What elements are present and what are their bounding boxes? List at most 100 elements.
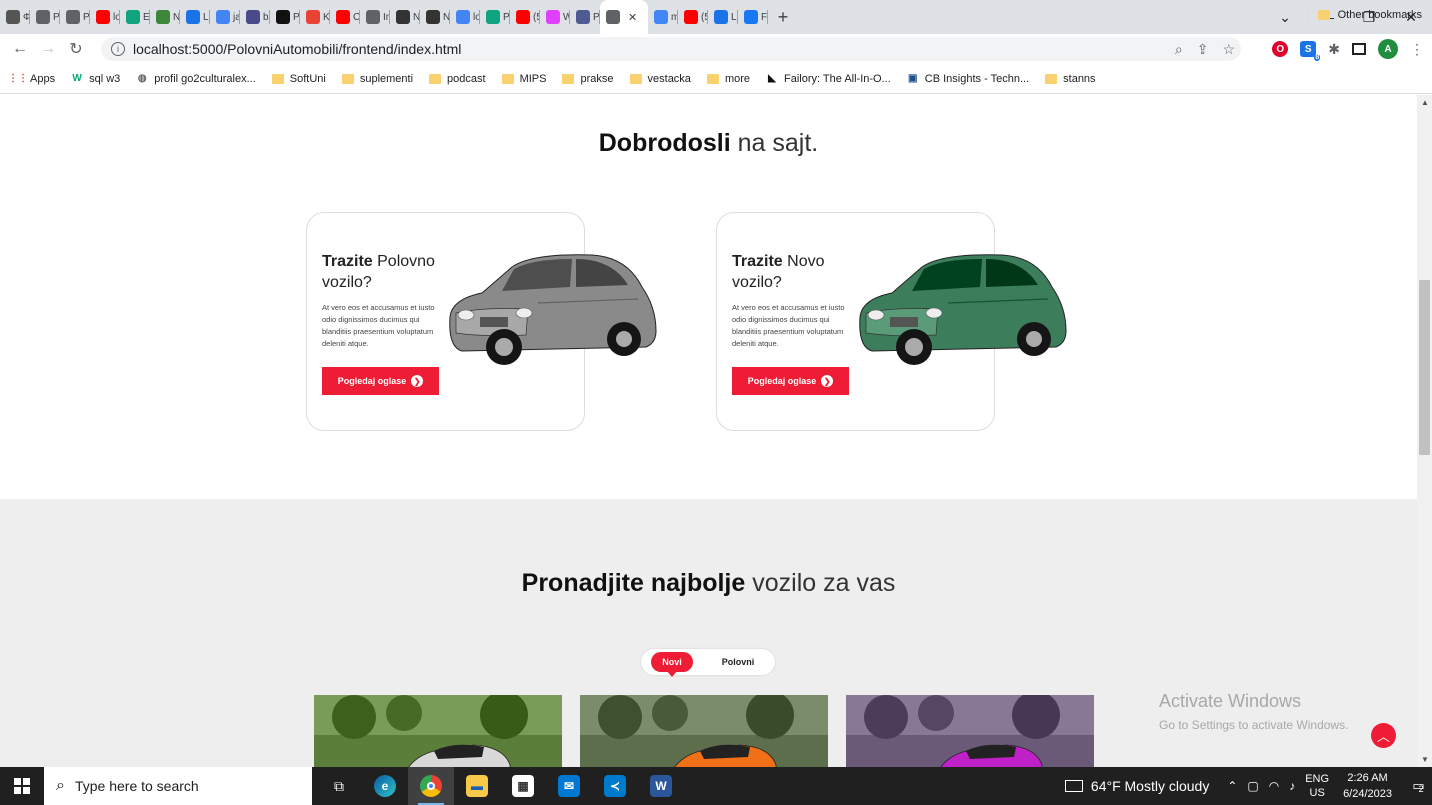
browser-tab[interactable]: Fa bbox=[738, 0, 768, 34]
page-scrollbar[interactable]: ▲ ▼ bbox=[1417, 95, 1432, 767]
language-indicator[interactable]: ENG US bbox=[1305, 772, 1329, 800]
used-vehicle-card: Trazite Polovno vozilo? At vero eos et a… bbox=[306, 212, 657, 431]
volume-icon[interactable]: ♪ bbox=[1289, 779, 1295, 793]
browser-tab[interactable]: Ki bbox=[300, 0, 330, 34]
tab-search-icon[interactable]: ⌄ bbox=[1264, 9, 1306, 26]
browser-tab[interactable]: N bbox=[150, 0, 180, 34]
tab-active[interactable]: ✕ bbox=[600, 0, 648, 34]
browser-tab[interactable]: N bbox=[390, 0, 420, 34]
listing-image[interactable] bbox=[314, 695, 562, 767]
taskbar-store[interactable]: ▦ bbox=[500, 767, 546, 805]
other-bookmarks[interactable]: Other bookmarks bbox=[1317, 0, 1422, 30]
scroll-to-top-button[interactable]: ︿ bbox=[1371, 723, 1396, 748]
listing-image[interactable] bbox=[580, 695, 828, 767]
menu-kebab-icon[interactable]: ⋮ bbox=[1410, 41, 1424, 58]
browser-tab[interactable]: W bbox=[540, 0, 570, 34]
bookmark-item[interactable]: SoftUni bbox=[271, 73, 326, 85]
reload-button[interactable]: ↻ bbox=[62, 39, 90, 59]
listing-image[interactable] bbox=[846, 695, 1094, 767]
address-bar[interactable]: i localhost:5000/PolovniAutomobili/front… bbox=[101, 37, 1241, 61]
tab-title: N bbox=[413, 11, 420, 23]
wifi-icon[interactable]: ◠ bbox=[1269, 779, 1279, 793]
bookmark-star-icon[interactable]: ☆ bbox=[1222, 41, 1235, 58]
profile-avatar[interactable]: A bbox=[1378, 39, 1398, 59]
taskbar-edge[interactable]: e bbox=[362, 767, 408, 805]
scrollbar-thumb[interactable] bbox=[1419, 280, 1430, 455]
bookmark-item[interactable]: ◍ profil go2culturalex... bbox=[136, 73, 256, 85]
view-ads-button[interactable]: Pogledaj oglase ❯ bbox=[322, 367, 439, 395]
browser-tab[interactable]: La bbox=[708, 0, 738, 34]
bookmark-item[interactable]: ⋮⋮ Apps bbox=[8, 73, 55, 85]
browser-tab[interactable]: (5 bbox=[678, 0, 708, 34]
bookmark-item[interactable]: ◣ Failory: The All-In-O... bbox=[766, 73, 891, 85]
new-tab-button[interactable]: + bbox=[768, 7, 798, 28]
extensions-area: O S8 ✱ A ⋮ bbox=[1272, 34, 1424, 64]
bookmark-label: profil go2culturalex... bbox=[154, 72, 256, 85]
browser-tab[interactable]: bc bbox=[240, 0, 270, 34]
bookmark-item[interactable]: Wsql w3 bbox=[71, 73, 120, 85]
forward-button[interactable]: → bbox=[34, 40, 62, 58]
browser-tab[interactable]: Ф bbox=[0, 0, 30, 34]
tab-strip: Ф Pc Pc lo Ex N La ja bc Pc Ki Cr In N Nlo Pr (5 W PI ✕ m (5 L… bbox=[0, 0, 1432, 34]
browser-tab[interactable]: Pc bbox=[270, 0, 300, 34]
task-view-button[interactable]: ⧉ bbox=[316, 767, 362, 805]
side-panel-icon[interactable] bbox=[1352, 43, 1366, 55]
browser-tab[interactable]: m bbox=[648, 0, 678, 34]
google-icon bbox=[456, 10, 470, 24]
browser-tab[interactable]: ja bbox=[210, 0, 240, 34]
activate-windows-watermark: Activate Windows Go to Settings to activ… bbox=[1159, 691, 1348, 732]
share-icon[interactable]: ⇪ bbox=[1197, 41, 1209, 58]
browser-tab[interactable]: La bbox=[180, 0, 210, 34]
bookmark-item[interactable]: suplementi bbox=[341, 73, 413, 85]
tab-title: Pc bbox=[53, 11, 60, 23]
opera-extension-icon[interactable]: O bbox=[1272, 41, 1289, 57]
browser-tab[interactable]: Pc bbox=[60, 0, 90, 34]
s-extension-icon[interactable]: S8 bbox=[1300, 41, 1321, 61]
taskbar-word[interactable]: W bbox=[638, 767, 684, 805]
browser-tab[interactable]: Ex bbox=[120, 0, 150, 34]
taskbar-explorer[interactable]: ▬ bbox=[454, 767, 500, 805]
scroll-down-arrow-icon[interactable]: ▼ bbox=[1421, 755, 1429, 764]
site-info-icon[interactable]: i bbox=[111, 42, 125, 56]
browser-tab[interactable]: Pr bbox=[480, 0, 510, 34]
bookmark-item[interactable]: stanns bbox=[1045, 73, 1096, 85]
zoom-icon[interactable]: ⌕ bbox=[1175, 41, 1183, 58]
view-ads-button[interactable]: Pogledaj oglase ❯ bbox=[732, 367, 849, 395]
browser-tab[interactable]: (5 bbox=[510, 0, 540, 34]
back-button[interactable]: ← bbox=[6, 40, 34, 58]
weather-widget[interactable]: 64°F Mostly cloudy bbox=[1064, 778, 1209, 794]
taskbar-chrome[interactable] bbox=[408, 767, 454, 805]
start-button[interactable] bbox=[0, 767, 44, 805]
button-label: Pogledaj oglase bbox=[337, 376, 407, 386]
bookmark-item[interactable]: MIPS bbox=[501, 73, 546, 85]
taskbar-vscode[interactable]: ≺ bbox=[592, 767, 638, 805]
bookmark-item[interactable]: vestacka bbox=[629, 73, 691, 85]
close-tab-icon[interactable]: ✕ bbox=[628, 11, 637, 24]
meet-now-icon[interactable]: ▢ bbox=[1247, 779, 1258, 793]
notifications-button[interactable]: ▭ 2 bbox=[1404, 767, 1432, 805]
taskbar-search[interactable]: ⌕ Type here to search bbox=[44, 767, 312, 805]
car-image bbox=[449, 254, 657, 365]
tab-novi[interactable]: Novi bbox=[651, 652, 693, 677]
extensions-puzzle-icon[interactable]: ✱ bbox=[1328, 41, 1340, 58]
book-icon bbox=[186, 10, 200, 24]
new-vehicle-card: Trazite Novo vozilo? At vero eos et accu… bbox=[716, 212, 1067, 431]
region-code: US bbox=[1309, 787, 1325, 799]
bookmark-item[interactable]: podcast bbox=[429, 73, 486, 85]
tab-polovni[interactable]: Polovni bbox=[713, 652, 763, 672]
browser-tab[interactable]: N bbox=[420, 0, 450, 34]
chevron-up-icon[interactable]: ⌃ bbox=[1227, 779, 1237, 793]
bookmark-item[interactable]: prakse bbox=[562, 73, 614, 85]
browser-tab[interactable]: Cr bbox=[330, 0, 360, 34]
browser-tab[interactable]: lo bbox=[90, 0, 120, 34]
browser-tab[interactable]: PI bbox=[570, 0, 600, 34]
browser-tab[interactable]: Pc bbox=[30, 0, 60, 34]
bookmark-item[interactable]: more bbox=[706, 73, 750, 85]
taskbar-mail[interactable]: ✉ bbox=[546, 767, 592, 805]
browser-tab[interactable]: lo bbox=[450, 0, 480, 34]
gmail-icon bbox=[306, 10, 320, 24]
clock[interactable]: 2:26 AM 6/24/2023 bbox=[1343, 770, 1392, 802]
browser-tab[interactable]: In bbox=[360, 0, 390, 34]
bookmark-item[interactable]: ▣ CB Insights - Techn... bbox=[907, 73, 1029, 85]
scroll-up-arrow-icon[interactable]: ▲ bbox=[1421, 98, 1429, 107]
